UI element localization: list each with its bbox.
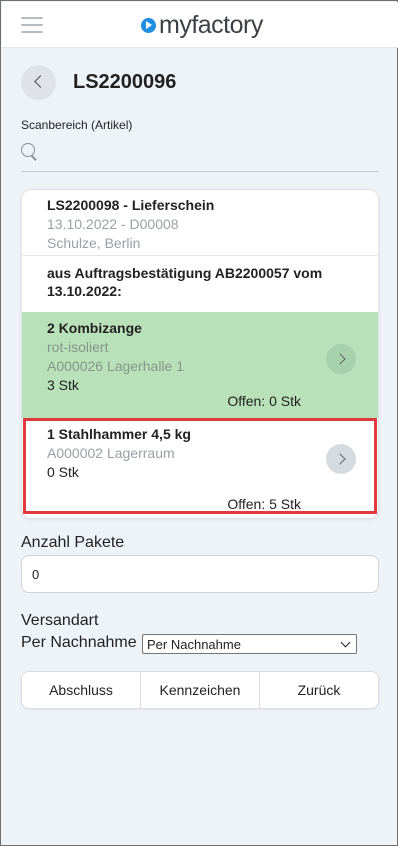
chevron-right-icon[interactable] xyxy=(326,344,356,374)
app-header: myfactory xyxy=(2,2,398,48)
list-item-stahlhammer[interactable]: 1 Stahlhammer 4,5 kg A000002 Lagerraum 0… xyxy=(22,418,378,518)
item-quantity: 3 Stk xyxy=(47,377,79,393)
chevron-down-icon xyxy=(340,637,351,647)
back-footer-button[interactable]: Zurück xyxy=(259,672,378,708)
page-title: LS2200096 xyxy=(73,71,177,93)
action-bar: Abschluss Kennzeichen Zurück xyxy=(21,671,379,709)
item-name: 2 Kombizange xyxy=(47,320,142,336)
delivery-card: LS2200098 - Lieferschein 13.10.2022 - D0… xyxy=(21,189,379,519)
shipping-select-value: Per Nachnahme xyxy=(147,636,241,652)
shipping-label: Versandart xyxy=(21,612,99,629)
packages-label: Anzahl Pakete xyxy=(21,534,125,551)
play-logo-icon xyxy=(141,17,156,33)
packages-input[interactable] xyxy=(21,555,379,593)
scan-input[interactable] xyxy=(45,141,375,169)
hamburger-icon[interactable] xyxy=(21,17,43,35)
delivery-header: LS2200098 - Lieferschein 13.10.2022 - D0… xyxy=(22,190,378,256)
scan-underline xyxy=(21,171,379,172)
delivery-title: LS2200098 - Lieferschein xyxy=(47,197,215,213)
delivery-date: 13.10.2022 - D00008 xyxy=(47,216,179,232)
item-open-quantity: Offen: 0 Stk xyxy=(227,393,301,409)
item-name: 1 Stahlhammer 4,5 kg xyxy=(47,426,191,442)
order-reference: aus Auftragsbestätigung AB2200057 vom 13… xyxy=(47,265,323,299)
logo-text: myfactory xyxy=(159,11,263,39)
shipping-select[interactable]: Per Nachnahme xyxy=(142,634,357,654)
back-button[interactable] xyxy=(21,65,56,100)
app-frame: myfactory LS2200096 Scanbereich (Artikel… xyxy=(0,0,398,846)
search-icon xyxy=(21,143,39,161)
logo: myfactory xyxy=(141,10,263,40)
chevron-right-icon[interactable] xyxy=(326,444,356,474)
delivery-customer: Schulze, Berlin xyxy=(47,235,141,251)
shipping-current-value: Per Nachnahme xyxy=(21,634,137,651)
item-open-quantity: Offen: 5 Stk xyxy=(227,496,301,512)
scan-label: Scanbereich (Artikel) xyxy=(21,118,133,132)
finish-button[interactable]: Abschluss xyxy=(22,672,140,708)
list-item-kombizange[interactable]: 2 Kombizange rot-isoliert A000026 Lagerh… xyxy=(22,312,378,418)
marks-button[interactable]: Kennzeichen xyxy=(140,672,259,708)
